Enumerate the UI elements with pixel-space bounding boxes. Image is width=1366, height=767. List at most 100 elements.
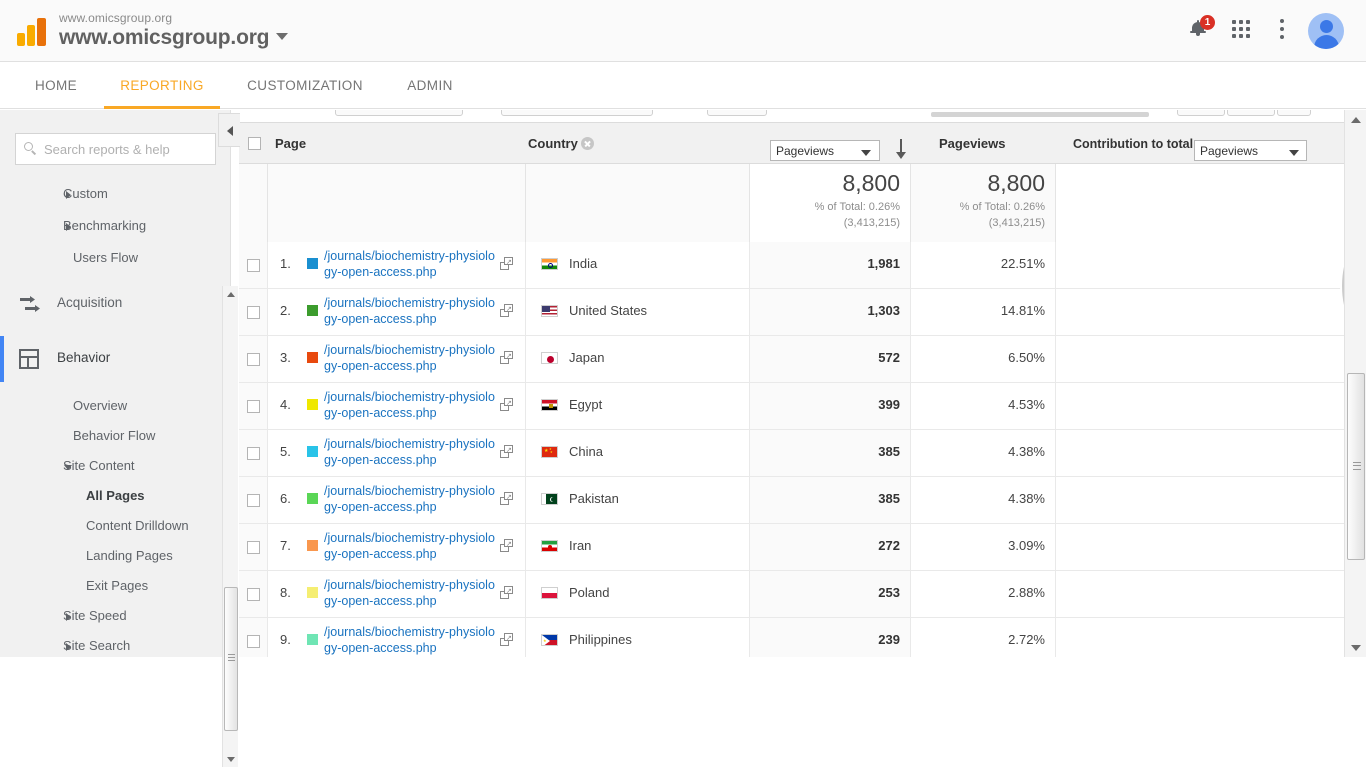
row-checkbox[interactable] [247,541,260,554]
tab-home[interactable]: HOME [16,62,96,109]
sidebar-item-label: Behavior [57,350,111,365]
row-index: 7. [280,538,291,553]
sidebar-item-custom[interactable]: Custom [0,178,222,210]
row-index: 1. [280,256,291,271]
country-name: Philippines [569,632,632,647]
open-in-new-icon[interactable]: ↗ [500,492,513,505]
table-row[interactable]: 7. /journals/biochemistry-physiology-open… [239,524,1344,571]
select-all-checkbox[interactable] [248,137,261,150]
notifications-button[interactable]: 1 [1188,15,1215,44]
page-link[interactable]: /journals/biochemistry-physiology-open-a… [324,389,496,421]
table-row[interactable]: 4. /journals/biochemistry-physiology-open… [239,383,1344,430]
open-in-new-icon[interactable]: ↗ [500,351,513,364]
row-checkbox[interactable] [247,306,260,319]
page-link[interactable]: /journals/biochemistry-physiology-open-a… [324,342,496,374]
column-header-page[interactable]: Page [275,136,306,151]
row-checkbox[interactable] [247,353,260,366]
row-checkbox[interactable] [247,588,260,601]
sidebar-item-site-speed[interactable]: Site Speed [0,600,222,632]
collapse-left-icon[interactable] [218,113,240,147]
open-in-new-icon[interactable]: ↗ [500,633,513,646]
contribution-select[interactable]: Pageviews [1194,140,1307,161]
scroll-down-arrow-icon[interactable] [1345,639,1366,657]
row-index: 9. [280,632,291,647]
sidebar-item-acquisition[interactable]: Acquisition [0,281,222,327]
apps-grid-icon[interactable] [1232,20,1252,40]
sidebar-item-behavior[interactable]: Behavior [0,336,222,382]
row-checkbox[interactable] [247,447,260,460]
open-in-new-icon[interactable]: ↗ [500,398,513,411]
open-in-new-icon[interactable]: ↗ [500,539,513,552]
table-row[interactable]: 3. /journals/biochemistry-physiology-open… [239,336,1344,383]
sidebar-item-label: All Pages [86,488,145,503]
table-row[interactable]: 9. /journals/biochemistry-physiology-open… [239,618,1344,657]
sidebar-item-overview[interactable]: Overview [0,390,222,422]
sidebar-nav-list: Custom Benchmarking Users Flow Acquisiti… [0,178,222,657]
page-link[interactable]: /journals/biochemistry-physiology-open-a… [324,483,496,515]
country-name: Poland [569,585,610,600]
row-index: 4. [280,397,291,412]
open-in-new-icon[interactable]: ↗ [500,257,513,270]
open-in-new-icon[interactable]: ↗ [500,586,513,599]
table-row[interactable]: 2. /journals/biochemistry-physiology-open… [239,289,1344,336]
country-name: Iran [569,538,592,553]
page-link[interactable]: /journals/biochemistry-physiology-open-a… [324,577,496,609]
sidebar-item-exit-pages[interactable]: Exit Pages [0,570,222,602]
column-header-pageviews[interactable]: Pageviews [939,136,1006,151]
row-checkbox-cell [239,618,268,657]
scroll-up-arrow-icon[interactable] [1345,110,1366,128]
row-checkbox[interactable] [247,635,260,648]
page-link[interactable]: /journals/biochemistry-physiology-open-a… [324,295,496,327]
sidebar-scrollbar-thumb[interactable] [224,587,238,731]
table-row[interactable]: 1. /journals/biochemistry-physiology-open… [239,242,1344,289]
sidebar-item-behavior-flow[interactable]: Behavior Flow [0,420,222,452]
scroll-up-arrow-icon[interactable] [223,286,238,302]
sidebar-item-site-content[interactable]: Site Content [0,450,222,482]
row-chart-area [1056,383,1344,429]
metric-select[interactable]: Pageviews [770,140,880,161]
search-input[interactable] [42,134,210,164]
open-in-new-icon[interactable]: ↗ [500,445,513,458]
column-header-country[interactable]: Country [528,136,578,151]
search-reports-box[interactable] [15,133,216,165]
row-contribution-cell: 2.88% [911,571,1056,617]
tab-admin[interactable]: ADMIN [390,62,470,109]
sidebar-item-site-search[interactable]: Site Search [0,630,222,657]
user-avatar-icon[interactable] [1308,13,1344,49]
sidebar-item-benchmarking[interactable]: Benchmarking [0,210,222,242]
page-scrollbar[interactable] [1344,110,1366,657]
sort-descending-arrow-icon[interactable] [894,139,908,161]
page-link[interactable]: /journals/biochemistry-physiology-open-a… [324,248,496,280]
open-in-new-icon[interactable]: ↗ [500,304,513,317]
account-url-label: www.omicsgroup.org [59,11,173,25]
sidebar-item-landing-pages[interactable]: Landing Pages [0,540,222,572]
account-selector[interactable]: www.omicsgroup.org [59,26,289,50]
table-row[interactable]: 5. /journals/biochemistry-physiology-open… [239,430,1344,477]
series-color-swatch [307,634,318,645]
row-contribution-cell: 2.72% [911,618,1056,657]
row-checkbox[interactable] [247,400,260,413]
row-pageviews-cell: 1,303 [750,289,911,335]
sidebar-item-all-pages[interactable]: All Pages [0,480,222,512]
row-index: 2. [280,303,291,318]
kebab-menu-icon[interactable] [1274,19,1290,41]
tab-reporting[interactable]: REPORTING [104,62,220,109]
tab-customization[interactable]: CUSTOMIZATION [228,62,382,109]
chevron-down-icon[interactable] [276,33,289,40]
remove-dimension-icon[interactable] [581,137,594,150]
scroll-down-arrow-icon[interactable] [223,751,238,767]
row-checkbox[interactable] [247,494,260,507]
contribution-value: 2.88% [1008,585,1045,600]
table-row[interactable]: 6. /journals/biochemistry-physiology-open… [239,477,1344,524]
sidebar-item-content-drilldown[interactable]: Content Drilldown [0,510,222,542]
row-checkbox[interactable] [247,259,260,272]
sidebar-scrollbar[interactable] [222,286,238,767]
sidebar-item-users-flow[interactable]: Users Flow [0,242,222,274]
page-link[interactable]: /journals/biochemistry-physiology-open-a… [324,436,496,468]
page-link[interactable]: /journals/biochemistry-physiology-open-a… [324,624,496,656]
row-page-cell: 6. /journals/biochemistry-physiology-open… [268,477,526,523]
page-link[interactable]: /journals/biochemistry-physiology-open-a… [324,530,496,562]
page-scrollbar-thumb[interactable] [1347,373,1365,560]
table-row[interactable]: 8. /journals/biochemistry-physiology-open… [239,571,1344,618]
row-pageviews-cell: 385 [750,477,911,523]
